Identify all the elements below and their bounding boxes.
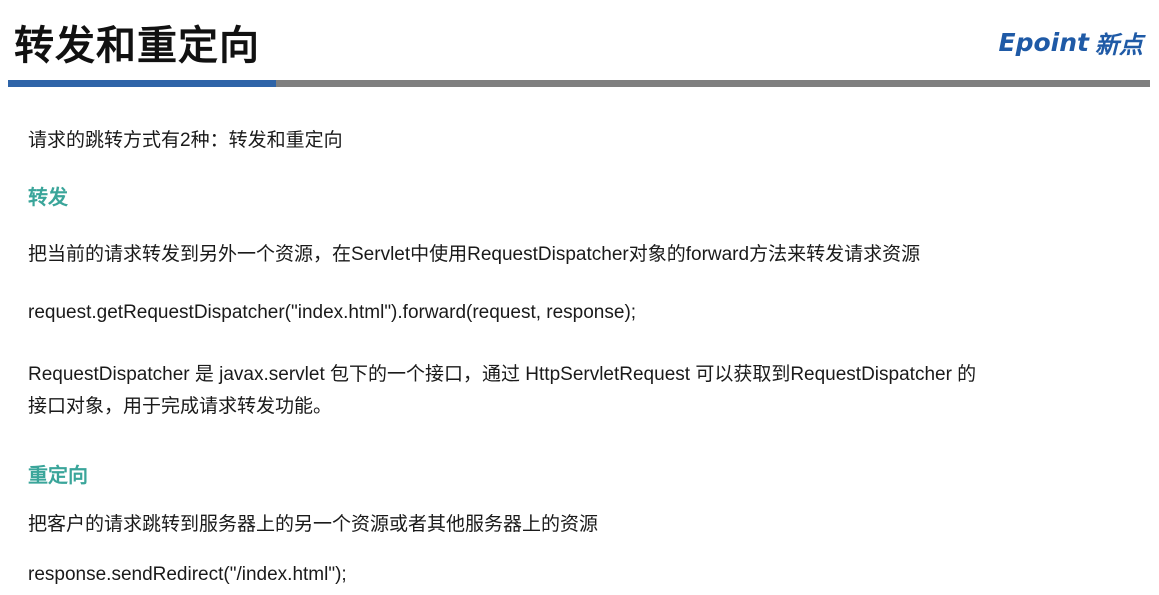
slide-title: 转发和重定向 xyxy=(14,24,260,68)
epoint-logo: Epoint 新点 xyxy=(999,24,1143,60)
logo-wordmark: Epoint xyxy=(998,27,1089,57)
forward-note: RequestDispatcher 是 javax.servlet 包下的一个接… xyxy=(28,359,1153,423)
redirect-heading: 重定向 xyxy=(28,465,88,487)
redirect-description: 把客户的请求跳转到服务器上的另一个资源或者其他服务器上的资源 xyxy=(28,514,599,535)
forward-note-line-2: 接口对象，用于完成请求转发功能。 xyxy=(28,396,333,417)
intro-text: 请求的跳转方式有2种：转发和重定向 xyxy=(28,130,343,151)
title-bar-gray xyxy=(276,80,1150,87)
forward-code: request.getRequestDispatcher("index.html… xyxy=(28,302,637,323)
redirect-code: response.sendRedirect("/index.html"); xyxy=(28,564,347,585)
logo-chinese-name: 新点 xyxy=(1095,30,1143,59)
forward-description: 把当前的请求转发到另外一个资源，在Servlet中使用RequestDispat… xyxy=(28,244,921,265)
title-bar-accent xyxy=(8,80,276,87)
forward-note-line-1: RequestDispatcher 是 javax.servlet 包下的一个接… xyxy=(28,364,977,385)
title-underline-bar xyxy=(8,80,1150,87)
forward-heading: 转发 xyxy=(28,187,68,209)
